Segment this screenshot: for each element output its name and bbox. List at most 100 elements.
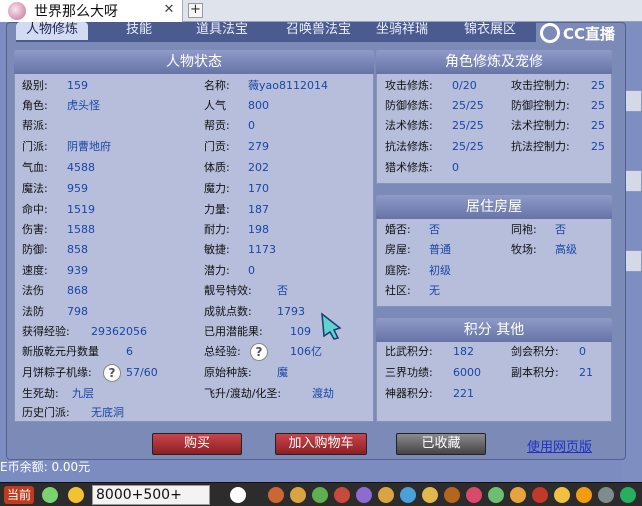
residence-label: 庭院: [385,264,411,277]
residence-title: 居住房屋 [376,195,612,219]
residence-label: 社区: [385,284,411,297]
cultivation-value: 25 [591,79,605,92]
residence-value: 高级 [555,243,577,256]
status-value: 否 [277,284,288,297]
status-value: 6 [126,345,133,358]
app-icon[interactable] [42,487,58,503]
help-icon[interactable]: ? [250,342,268,362]
toolbar-icon[interactable] [334,487,350,503]
status-row-hit: 命中: [22,203,48,216]
add-cart-button[interactable]: 加入购物车 [275,433,367,455]
buy-button[interactable]: 购买 [152,433,242,455]
toolbar-icon[interactable] [466,487,482,503]
brand-text: CC直播 [563,24,616,43]
toolbar-icon[interactable] [356,487,372,503]
toolbar-icon[interactable] [312,487,328,503]
status-row-guild: 帮派: [22,119,48,132]
cultivation-value: 0 [452,161,459,174]
status-value: 1588 [67,223,95,236]
toolbar-icon[interactable] [400,487,416,503]
taskbar: 当前 8000+500+ [0,482,642,506]
cultivation-label: 法术控制力: [511,119,570,132]
status-row-mp: 魔法: [22,182,48,195]
toolbar-icon[interactable] [532,487,548,503]
cultivation-label: 法术修炼: [385,119,433,132]
status-value: 1793 [277,305,305,318]
cultivation-label: 攻击修炼: [385,79,433,92]
status-value: 无底洞 [91,406,124,419]
residence-label: 牧场: [511,243,537,256]
panda-icon[interactable] [230,487,246,503]
residence-label: 婚否: [385,223,411,236]
tab-summons[interactable]: 召唤兽法宝 [286,22,351,40]
status-row-popularity: 人气 [204,99,226,112]
status-value: 九层 [72,387,94,400]
status-value: 800 [248,99,269,112]
status-row-magic-damage: 法伤 [22,284,44,297]
status-value: 939 [67,264,88,277]
toolbar-icon[interactable] [554,487,570,503]
tab-mounts[interactable]: 坐骑祥瑞 [376,22,428,40]
status-row-potential: 潜力: [204,264,230,277]
cultivation-value: 25 [591,140,605,153]
browser-tab[interactable]: 世界那么大呀 ✕ [0,0,183,22]
status-value: 202 [248,161,269,174]
status-row-mooncake: 月饼粽子机缘: [22,366,92,379]
cultivation-label: 攻击控制力: [511,79,570,92]
points-label: 剑会积分: [511,345,559,358]
points-label: 三界功绩: [385,366,433,379]
cultivation-value: 0/20 [452,79,477,92]
status-value: 29362056 [91,325,147,338]
residence-value: 初级 [429,264,451,277]
status-row-sect-contrib: 门贡: [204,140,230,153]
cultivation-title: 角色修炼及宠修 [376,50,612,74]
taskbar-current-button[interactable]: 当前 [4,486,35,504]
collected-button[interactable]: 已收藏 [396,433,486,455]
status-row-achievement: 成就点数: [204,305,252,318]
new-tab-button[interactable]: + [188,3,203,18]
points-label: 神器积分: [385,387,433,400]
status-value: 959 [67,182,88,195]
cultivation-value: 25 [591,119,605,132]
points-label: 比武积分: [385,345,433,358]
status-row-magic-power: 魔力: [204,182,230,195]
screen: 世界那么大呀 ✕ + E币余额: 0.00元 人物修炼 技能 道具法宝 召唤兽法… [0,0,642,506]
status-value: 0 [248,119,255,132]
status-row-race: 原始种族: [204,366,252,379]
status-value: 魔 [277,366,288,379]
tab-character[interactable]: 人物修炼 [16,22,89,40]
points-value: 221 [453,387,474,400]
toolbar-icon[interactable] [620,487,636,503]
toolbar-icon[interactable] [444,487,460,503]
tab-outfits[interactable]: 锦衣展区 [464,22,516,40]
status-row-constitution: 体质: [204,161,230,174]
toolbar-icon[interactable] [598,487,614,503]
tab-items[interactable]: 道具法宝 [196,22,248,40]
status-row-hp: 气血: [22,161,48,174]
status-row-magic-defense: 法防 [22,305,44,318]
cultivation-value: 25/25 [452,99,484,112]
help-icon[interactable]: ? [103,363,121,383]
toolbar-icon[interactable] [576,487,592,503]
toolbar-icon[interactable] [290,487,306,503]
cc-live-logo: CC直播 [540,22,624,44]
taskbar-input[interactable]: 8000+500+ [92,485,210,505]
emoji-icon[interactable] [68,487,84,503]
status-value: 薇yao8112014 [248,79,328,92]
status-row-qianyuan: 新版乾元丹数量 [22,345,99,358]
status-value: 渡劫 [312,387,334,400]
residence-label: 房屋: [385,243,411,256]
toolbar-icon[interactable] [268,487,284,503]
residence-value: 普通 [429,243,451,256]
close-tab-icon[interactable]: ✕ [162,3,176,17]
status-value: 1173 [248,243,276,256]
status-row-strength: 力量: [204,203,230,216]
toolbar-icon[interactable] [488,487,504,503]
points-title: 积分 其他 [376,318,612,342]
web-version-link[interactable]: 使用网页版 [527,436,592,455]
tab-skills[interactable]: 技能 [126,22,152,40]
toolbar-icon[interactable] [378,487,394,503]
toolbar-icon[interactable] [422,487,438,503]
residence-label: 同袍: [511,223,537,236]
toolbar-icon[interactable] [510,487,526,503]
